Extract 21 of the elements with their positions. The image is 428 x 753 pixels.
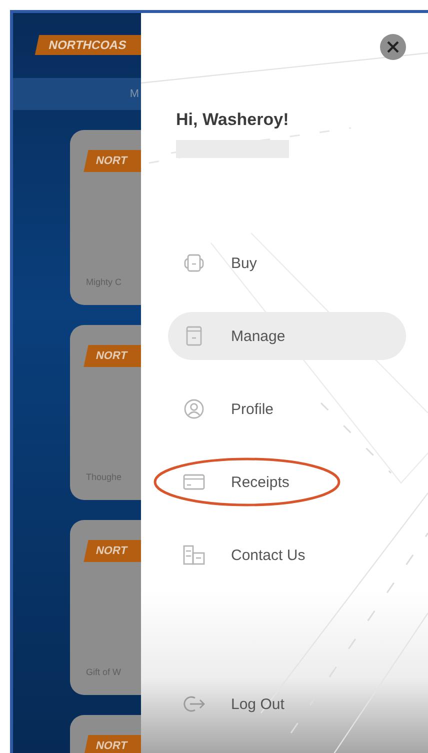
card-logo: NORT (84, 150, 141, 172)
card-logo: NORT (84, 345, 141, 367)
brand-logo: NORTHCOAS (34, 35, 141, 55)
menu-item[interactable]: Buy (168, 239, 406, 287)
printer-icon (182, 254, 206, 272)
user-icon (182, 399, 206, 419)
product-card[interactable]: NORT (70, 715, 141, 753)
logout-icon (182, 695, 206, 713)
menu-item[interactable]: Manage (168, 312, 406, 360)
tab-label[interactable]: M (130, 88, 139, 100)
menu-item[interactable]: Receipts (168, 458, 406, 506)
menu-item[interactable]: Contact Us (168, 531, 406, 579)
logout-button[interactable]: Log Out (168, 680, 406, 728)
card-logo: NORT (84, 735, 141, 753)
close-button[interactable] (380, 34, 406, 60)
card-logo: NORT (84, 540, 141, 562)
menu-item[interactable]: Profile (168, 385, 406, 433)
close-icon (387, 41, 399, 53)
greeting: Hi, Washeroy! (176, 109, 290, 131)
card-icon (182, 474, 206, 490)
building-icon (182, 545, 206, 565)
